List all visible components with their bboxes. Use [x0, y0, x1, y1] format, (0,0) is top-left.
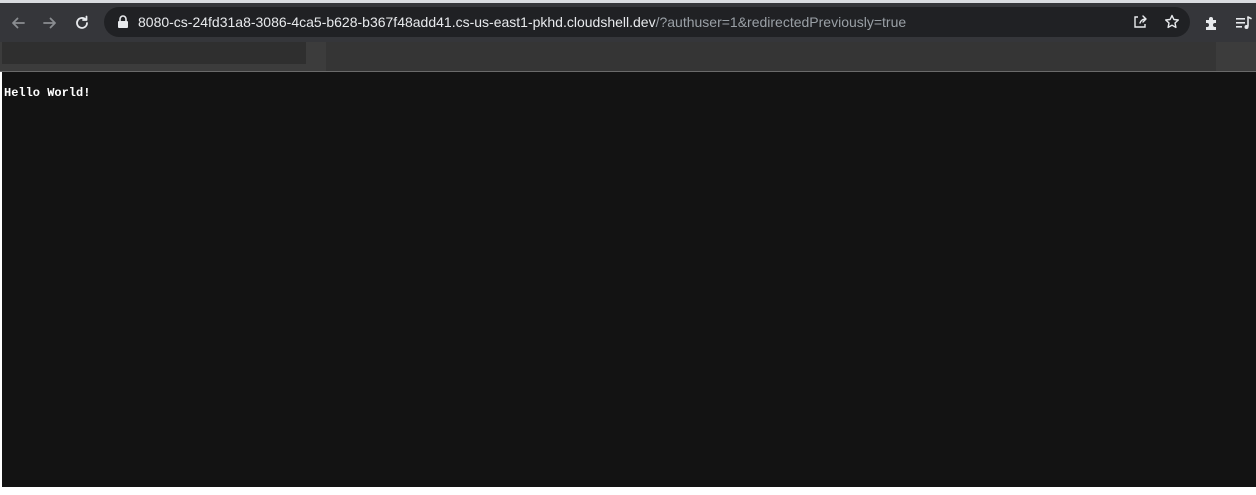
page-content: Hello World!	[2, 72, 1256, 487]
lock-icon[interactable]	[116, 14, 130, 30]
strip-left-panel	[2, 42, 306, 64]
star-icon	[1165, 14, 1179, 29]
address-bar-actions	[1128, 10, 1184, 34]
reload-icon	[76, 15, 88, 29]
puzzle-icon	[1206, 17, 1216, 30]
address-bar[interactable]: 8080-cs-24fd31a8-3086-4ca5-b628-b367f48a…	[104, 7, 1190, 37]
url-query: /?authuser=1&redirectedPreviously=true	[655, 14, 907, 30]
bookmark-button[interactable]	[1160, 10, 1184, 34]
share-icon	[1134, 15, 1147, 28]
url-host: 8080-cs-24fd31a8-3086-4ca5-b628-b367f48a…	[138, 14, 656, 30]
reload-button[interactable]	[70, 11, 94, 35]
strip-right-panel	[326, 42, 1216, 72]
url-text[interactable]: 8080-cs-24fd31a8-3086-4ca5-b628-b367f48a…	[138, 14, 906, 30]
forward-button[interactable]	[38, 11, 62, 35]
share-button[interactable]	[1128, 10, 1152, 34]
browser-toolbar: 8080-cs-24fd31a8-3086-4ca5-b628-b367f48a…	[0, 0, 1256, 42]
media-queue-icon	[1236, 16, 1252, 29]
arrow-right-icon	[43, 17, 56, 29]
extensions-button[interactable]	[1200, 11, 1224, 35]
toolbar-strip	[0, 42, 1256, 72]
back-button[interactable]	[6, 11, 30, 35]
browser-window: 8080-cs-24fd31a8-3086-4ca5-b628-b367f48a…	[0, 0, 1256, 495]
media-control-button[interactable]	[1232, 11, 1256, 35]
hello-world-text: Hello World!	[4, 86, 91, 100]
arrow-left-icon	[12, 17, 25, 29]
